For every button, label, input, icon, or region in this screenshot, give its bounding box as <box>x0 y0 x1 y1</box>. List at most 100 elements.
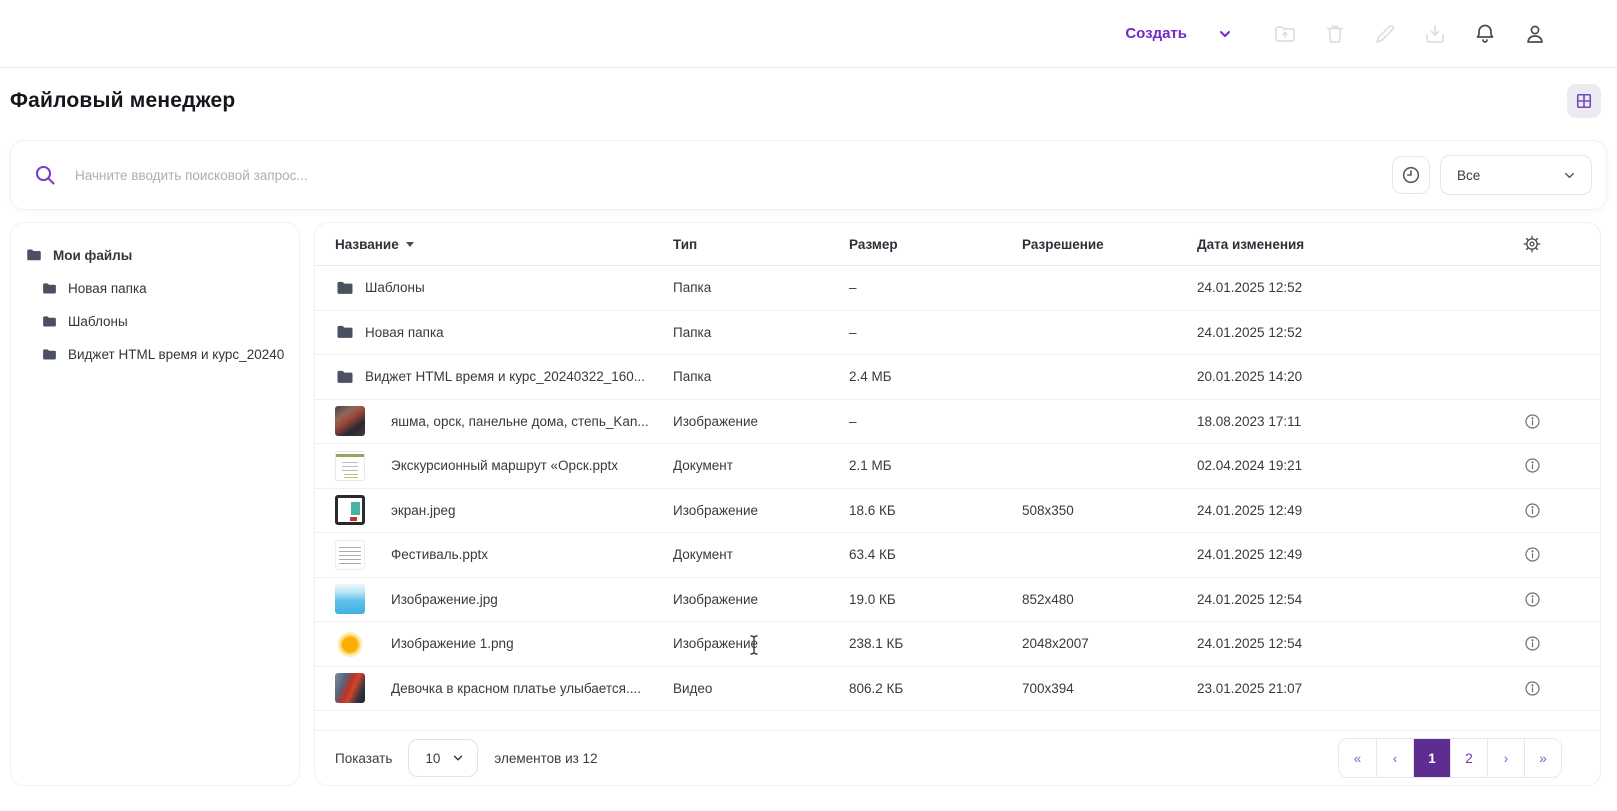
folder-icon <box>335 322 355 342</box>
items-count-label: элементов из 12 <box>494 751 597 766</box>
file-date: 24.01.2025 12:52 <box>1197 325 1502 340</box>
file-name: Фестиваль.pptx <box>391 547 488 562</box>
chevron-down-icon <box>1217 26 1233 42</box>
file-table: Название Тип Размер Разрешение Дата изме… <box>314 222 1601 786</box>
file-date: 23.01.2025 21:07 <box>1197 681 1502 696</box>
file-size: 2.4 МБ <box>849 369 1022 384</box>
folder-tree: Мои файлы Новая папка Шаблоны Виджет HTM… <box>10 222 300 786</box>
search-input[interactable] <box>75 168 1392 183</box>
chevron-down-icon <box>1562 168 1577 183</box>
table-row[interactable]: Фестиваль.pptx Документ 63.4 КБ 24.01.20… <box>315 533 1600 578</box>
file-size: 806.2 КБ <box>849 681 1022 696</box>
folder-icon <box>335 278 355 298</box>
table-row[interactable]: Изображение 1.png Изображение 238.1 КБ 2… <box>315 622 1600 667</box>
pagination-prev[interactable]: ‹ <box>1376 739 1413 777</box>
file-name: Изображение.jpg <box>391 592 498 607</box>
add-folder-icon[interactable] <box>1273 22 1297 46</box>
table-header: Название Тип Размер Разрешение Дата изме… <box>315 223 1600 266</box>
info-icon <box>1523 590 1542 609</box>
table-row[interactable]: Виджет HTML время и курс_20240322_160...… <box>315 355 1600 400</box>
folder-icon <box>41 313 58 330</box>
file-thumbnail <box>335 584 365 614</box>
folder-icon <box>25 246 43 264</box>
download-icon[interactable] <box>1423 22 1447 46</box>
file-date: 18.08.2023 17:11 <box>1197 414 1502 429</box>
info-button[interactable] <box>1523 545 1542 564</box>
search-filter-select[interactable]: Все <box>1440 155 1592 195</box>
info-icon <box>1523 412 1542 431</box>
file-type: Изображение <box>673 503 849 518</box>
sidebar-item-label: Шаблоны <box>68 314 128 329</box>
grid-view-toggle[interactable] <box>1567 84 1601 118</box>
pagination-page-2[interactable]: 2 <box>1450 739 1487 777</box>
file-type: Изображение <box>673 592 849 607</box>
search-filter-value: Все <box>1457 168 1480 183</box>
file-thumbnail <box>335 540 365 570</box>
file-thumbnail <box>335 406 365 436</box>
table-row[interactable]: экран.jpeg Изображение 18.6 КБ 508x350 2… <box>315 489 1600 534</box>
file-size: – <box>849 280 1022 295</box>
column-header-date[interactable]: Дата изменения <box>1197 237 1502 252</box>
info-icon <box>1523 456 1542 475</box>
file-date: 24.01.2025 12:49 <box>1197 547 1502 562</box>
info-icon <box>1523 501 1542 520</box>
file-resolution: 700x394 <box>1022 681 1197 696</box>
column-header-resolution[interactable]: Разрешение <box>1022 237 1197 252</box>
table-row[interactable]: Шаблоны Папка – 24.01.2025 12:52 <box>315 266 1600 311</box>
pagination-first[interactable]: « <box>1339 739 1376 777</box>
pagination-next[interactable]: › <box>1487 739 1524 777</box>
page-size-select[interactable]: 10 <box>408 739 478 777</box>
sidebar-item-widget-html[interactable]: Виджет HTML время и курс_20240... <box>25 342 285 366</box>
search-history-button[interactable] <box>1392 156 1430 194</box>
file-date: 02.04.2024 19:21 <box>1197 458 1502 473</box>
table-row[interactable]: яшма, орск, панельне дома, степь_Kan... … <box>315 400 1600 445</box>
info-button[interactable] <box>1523 679 1542 698</box>
file-size: – <box>849 325 1022 340</box>
table-row[interactable]: Девочка в красном платье улыбается.... В… <box>315 667 1600 712</box>
file-type: Папка <box>673 325 849 340</box>
sidebar-item-templates[interactable]: Шаблоны <box>25 309 285 333</box>
edit-icon[interactable] <box>1373 22 1397 46</box>
column-header-size[interactable]: Размер <box>849 237 1022 252</box>
pagination: « ‹ 1 2 › » <box>1338 738 1562 778</box>
profile-icon[interactable] <box>1523 22 1547 46</box>
file-name: Экскурсионный маршрут «Орск.pptx <box>391 458 618 473</box>
pagination-page-1[interactable]: 1 <box>1413 739 1450 777</box>
file-type: Папка <box>673 369 849 384</box>
history-clock-icon <box>1400 164 1422 186</box>
info-button[interactable] <box>1523 412 1542 431</box>
file-name: яшма, орск, панельне дома, степь_Kan... <box>391 414 649 429</box>
title-row: Файловый менеджер <box>10 84 1601 118</box>
table-row[interactable]: Новая папка Папка – 24.01.2025 12:52 <box>315 311 1600 356</box>
info-button[interactable] <box>1523 634 1542 653</box>
info-button[interactable] <box>1523 590 1542 609</box>
create-button-label: Создать <box>1125 25 1187 42</box>
column-header-name[interactable]: Название <box>335 237 673 252</box>
table-row[interactable]: Экскурсионный маршрут «Орск.pptx Докумен… <box>315 444 1600 489</box>
table-settings-button[interactable] <box>1522 234 1542 254</box>
info-button[interactable] <box>1523 501 1542 520</box>
pagination-last[interactable]: » <box>1524 739 1561 777</box>
table-footer: Показать 10 элементов из 12 « ‹ 1 2 › » <box>315 730 1600 785</box>
trash-icon[interactable] <box>1323 22 1347 46</box>
create-button[interactable]: Создать <box>1125 25 1233 42</box>
sidebar-item-my-files[interactable]: Мои файлы <box>25 243 285 267</box>
info-button[interactable] <box>1523 456 1542 475</box>
page-size-value: 10 <box>425 751 440 766</box>
notifications-icon[interactable] <box>1473 22 1497 46</box>
file-size: 18.6 КБ <box>849 503 1022 518</box>
column-header-type[interactable]: Тип <box>673 237 849 252</box>
table-row[interactable]: Изображение.jpg Изображение 19.0 КБ 852x… <box>315 578 1600 623</box>
grid-view-icon <box>1574 91 1594 111</box>
column-header-label: Название <box>335 237 399 252</box>
file-name: Изображение 1.png <box>391 636 514 651</box>
file-type: Изображение <box>673 636 849 651</box>
file-date: 20.01.2025 14:20 <box>1197 369 1502 384</box>
folder-icon <box>41 346 58 363</box>
file-size: 2.1 МБ <box>849 458 1022 473</box>
sidebar-item-new-folder[interactable]: Новая папка <box>25 276 285 300</box>
sidebar-item-label: Новая папка <box>68 281 147 296</box>
page-title: Файловый менеджер <box>10 89 235 113</box>
info-icon <box>1523 634 1542 653</box>
search-icon <box>33 163 57 187</box>
